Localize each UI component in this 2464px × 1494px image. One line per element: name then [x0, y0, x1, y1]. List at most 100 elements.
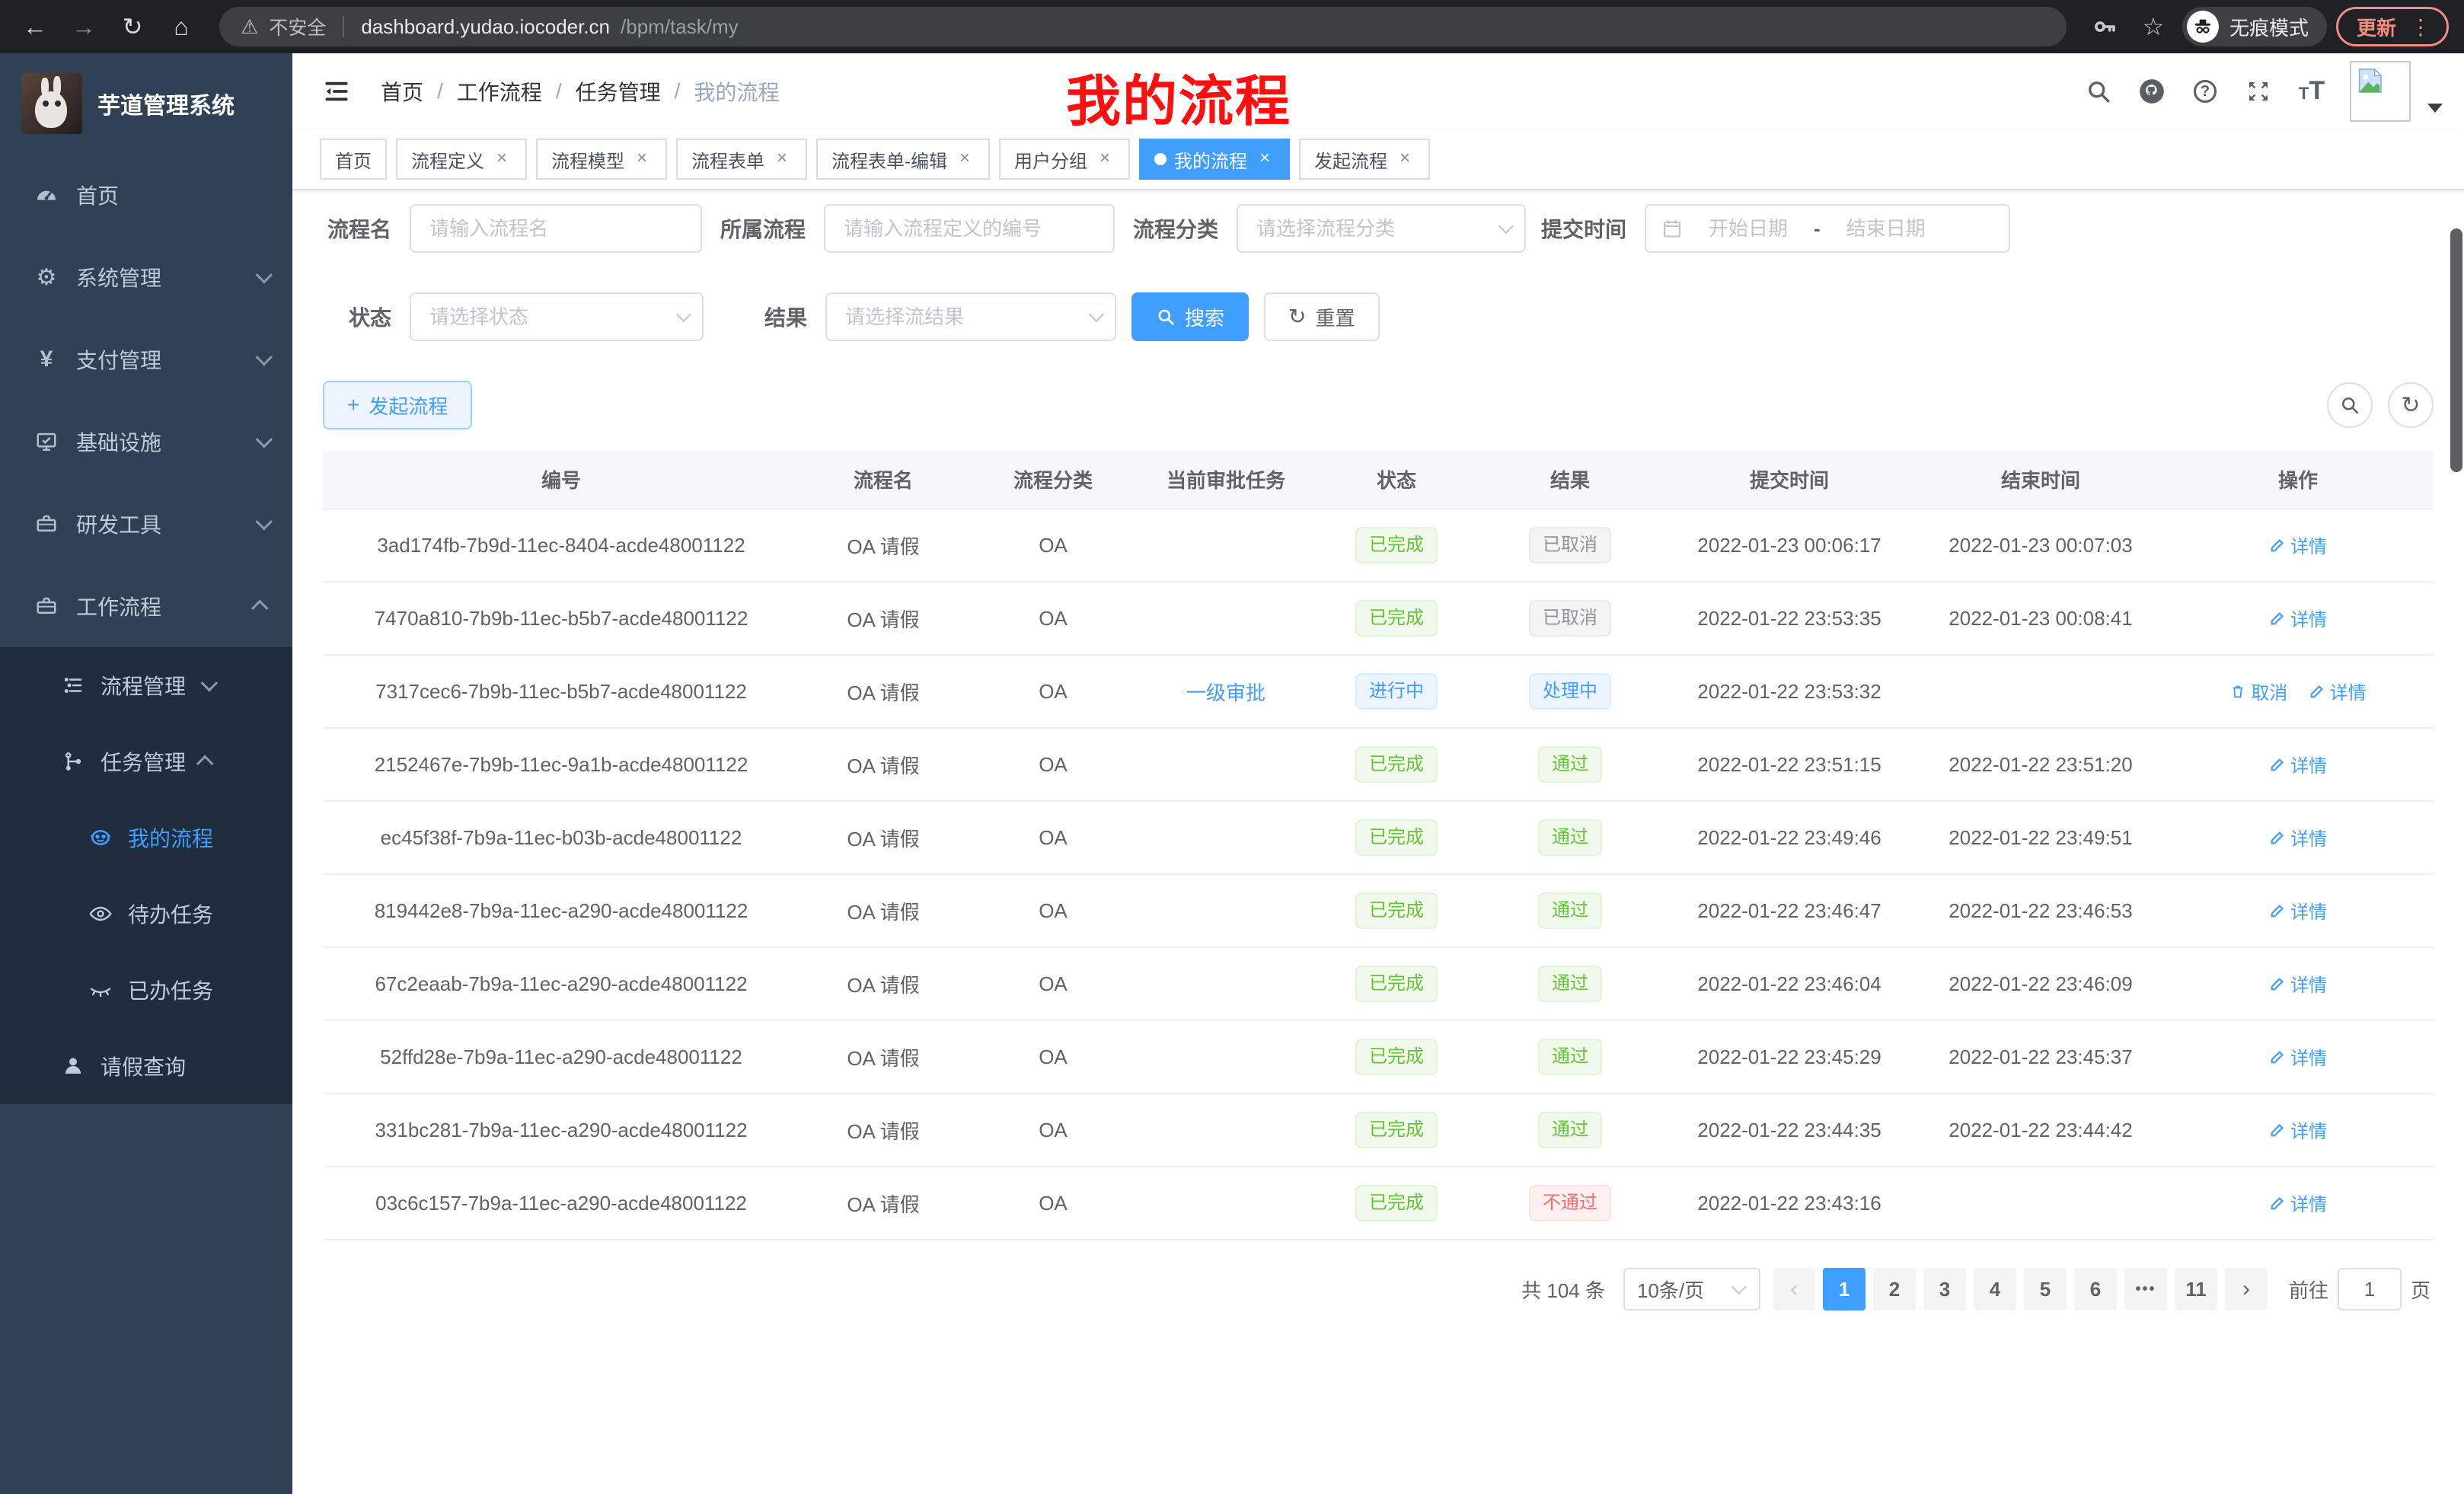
- status-select[interactable]: [410, 292, 704, 341]
- chevron-up-icon: [196, 755, 214, 773]
- sidebar-item-payment[interactable]: ¥ 支付管理: [0, 318, 292, 401]
- search-button[interactable]: 搜索: [1131, 292, 1249, 341]
- url-bar[interactable]: ⚠ 不安全 dashboard.yudao.iocoder.cn/bpm/tas…: [219, 7, 2067, 46]
- category-select-input[interactable]: [1237, 204, 1526, 253]
- detail-button[interactable]: 详情: [2269, 751, 2327, 777]
- status-badge: 已完成: [1355, 819, 1438, 856]
- prev-page-button[interactable]: ‹: [1773, 1268, 1815, 1310]
- browser-update-button[interactable]: 更新 ⋮: [2336, 7, 2449, 46]
- bookmark-star-icon[interactable]: ☆: [2134, 7, 2173, 46]
- detail-button[interactable]: 详情: [2309, 678, 2367, 704]
- avatar-dropdown-caret[interactable]: [2427, 104, 2443, 113]
- close-icon[interactable]: ×: [632, 149, 652, 169]
- detail-button[interactable]: 详情: [2269, 970, 2327, 997]
- category-select[interactable]: [1237, 204, 1526, 253]
- page-button-6[interactable]: 6: [2074, 1268, 2117, 1310]
- scrollbar-thumb[interactable]: [2450, 228, 2462, 472]
- close-icon[interactable]: ×: [1095, 149, 1115, 169]
- sidebar-item-label: 工作流程: [76, 591, 239, 621]
- tab-user-group[interactable]: 用户分组 ×: [999, 139, 1130, 180]
- browser-home-button[interactable]: ⌂: [161, 7, 201, 46]
- close-icon[interactable]: ×: [1255, 149, 1275, 169]
- sidebar-item-done-tasks[interactable]: 已办任务: [0, 952, 292, 1028]
- browser-reload-button[interactable]: ↻: [113, 7, 152, 46]
- detail-button[interactable]: 详情: [2269, 1043, 2327, 1070]
- breadcrumb-workflow[interactable]: 工作流程: [457, 76, 542, 107]
- sidebar-collapse-icon[interactable]: [320, 75, 353, 108]
- sidebar-item-infrastructure[interactable]: 基础设施: [0, 401, 292, 483]
- sidebar-item-system[interactable]: ⚙ 系统管理: [0, 236, 292, 318]
- browser-forward-button[interactable]: →: [64, 7, 104, 46]
- breadcrumb-task-management[interactable]: 任务管理: [576, 76, 661, 107]
- avatar[interactable]: [2350, 61, 2411, 122]
- parent-process-input[interactable]: [824, 204, 1115, 253]
- tab-process-definition[interactable]: 流程定义 ×: [396, 139, 527, 180]
- goto-page-input[interactable]: [2338, 1268, 2402, 1310]
- refresh-icon: ↻: [1288, 306, 1306, 327]
- tab-process-form-edit[interactable]: 流程表单-编辑 ×: [816, 139, 990, 180]
- sidebar-item-process-management[interactable]: 流程管理: [0, 647, 292, 723]
- tab-process-model[interactable]: 流程模型 ×: [536, 139, 667, 180]
- sidebar-logo[interactable]: 芋道管理系统: [0, 53, 292, 154]
- page-button-3[interactable]: 3: [1923, 1268, 1966, 1310]
- page-button-1[interactable]: 1: [1823, 1268, 1866, 1310]
- tab-start-process[interactable]: 发起流程 ×: [1299, 139, 1430, 180]
- sidebar-item-my-process[interactable]: 我的流程: [0, 800, 292, 876]
- submit-time-range-picker[interactable]: -: [1645, 204, 2010, 253]
- url-divider: [343, 16, 344, 37]
- fullscreen-icon[interactable]: [2243, 76, 2274, 107]
- next-page-button[interactable]: ›: [2225, 1268, 2268, 1310]
- current-task-link[interactable]: 一级审批: [1186, 682, 1266, 704]
- password-key-icon[interactable]: [2085, 7, 2124, 46]
- detail-button[interactable]: 详情: [2269, 897, 2327, 924]
- tab-my-process[interactable]: 我的流程 ×: [1139, 139, 1290, 180]
- breadcrumb-home[interactable]: 首页: [381, 76, 423, 107]
- help-icon[interactable]: ?: [2190, 76, 2220, 107]
- page-ellipsis[interactable]: •••: [2124, 1268, 2167, 1310]
- close-icon[interactable]: ×: [492, 149, 512, 169]
- tab-home[interactable]: 首页: [320, 139, 387, 180]
- security-warning-icon[interactable]: ⚠: [241, 15, 258, 39]
- end-date-input[interactable]: [1833, 217, 1939, 241]
- sidebar-item-home[interactable]: 首页: [0, 154, 292, 236]
- page-button-5[interactable]: 5: [2024, 1268, 2067, 1310]
- url-path: /bpm/task/my: [621, 15, 739, 39]
- start-process-button[interactable]: + 发起流程: [323, 381, 472, 429]
- user-icon: [61, 1055, 85, 1077]
- sidebar-item-leave-query[interactable]: 请假查询: [0, 1028, 292, 1104]
- reset-button[interactable]: ↻ 重置: [1264, 292, 1379, 341]
- detail-button[interactable]: 详情: [2269, 1116, 2327, 1143]
- close-icon[interactable]: ×: [772, 149, 792, 169]
- detail-button[interactable]: 详情: [2269, 1189, 2327, 1216]
- sidebar-item-todo-tasks[interactable]: 待办任务: [0, 876, 292, 952]
- sidebar-item-workflow[interactable]: 工作流程: [0, 565, 292, 647]
- start-date-input[interactable]: [1695, 217, 1802, 241]
- sidebar-item-dev-tools[interactable]: 研发工具: [0, 483, 292, 565]
- detail-button[interactable]: 详情: [2269, 532, 2327, 558]
- process-name-input[interactable]: [410, 204, 702, 253]
- refresh-table-button[interactable]: ↻: [2388, 382, 2434, 428]
- status-select-input[interactable]: [410, 292, 704, 341]
- detail-button[interactable]: 详情: [2269, 605, 2327, 631]
- cancel-button[interactable]: 取消: [2229, 678, 2287, 704]
- result-badge: 通过: [1538, 746, 1602, 783]
- table-row: 52ffd28e-7b9a-11ec-a290-acde48001122 OA …: [323, 1020, 2434, 1093]
- detail-button[interactable]: 详情: [2269, 824, 2327, 851]
- page-button-4[interactable]: 4: [1974, 1268, 2016, 1310]
- font-size-icon[interactable]: TT: [2296, 76, 2327, 107]
- close-icon[interactable]: ×: [955, 149, 975, 169]
- toggle-search-button[interactable]: [2327, 382, 2373, 428]
- tab-process-form[interactable]: 流程表单 ×: [676, 139, 807, 180]
- header-search-icon[interactable]: [2083, 76, 2114, 107]
- browser-menu-icon[interactable]: ⋮: [2410, 14, 2431, 40]
- result-select[interactable]: [825, 292, 1116, 341]
- page-size-select[interactable]: 10条/页: [1623, 1268, 1760, 1310]
- page-button-2[interactable]: 2: [1873, 1268, 1916, 1310]
- toolbox-icon: [34, 512, 59, 535]
- github-icon[interactable]: [2137, 76, 2167, 107]
- sidebar-item-task-management[interactable]: 任务管理: [0, 723, 292, 800]
- close-icon[interactable]: ×: [1395, 149, 1415, 169]
- page-button-11[interactable]: 11: [2175, 1268, 2217, 1310]
- browser-back-button[interactable]: ←: [15, 7, 55, 46]
- result-select-input[interactable]: [825, 292, 1116, 341]
